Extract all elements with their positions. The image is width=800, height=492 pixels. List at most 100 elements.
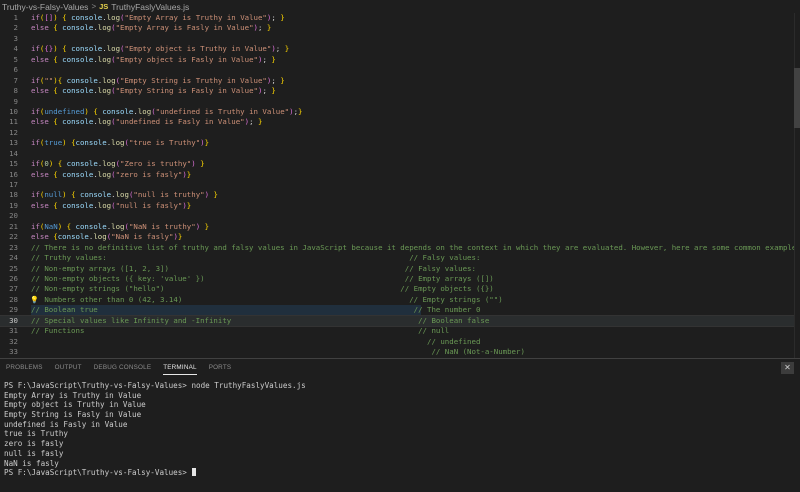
code-token: else: [31, 200, 49, 210]
line-number: 27: [9, 284, 18, 294]
tab-output[interactable]: OUTPUT: [49, 359, 88, 376]
code-token: log: [137, 106, 152, 116]
javascript-file-icon: JS: [99, 2, 109, 11]
code-token: // Non-empty arrays ([1, 2, 3]) // Falsy…: [31, 263, 476, 273]
code-token: if: [31, 75, 40, 85]
code-line[interactable]: 19 else { console.log("null is fasly")}: [0, 201, 800, 211]
code-line[interactable]: 14: [0, 149, 800, 159]
code-line[interactable]: 8 else { console.log("Empty String is Fas…: [0, 86, 800, 96]
code-line[interactable]: 28 💡 Numbers other than 0 (42, 3.14) // E…: [0, 295, 800, 305]
code-line[interactable]: 20: [0, 211, 800, 221]
code-token: "undefined is Truthy in Value": [155, 106, 290, 116]
terminal-prompt: PS F:\JavaScript\Truthy-vs-Falsy-Values>: [4, 468, 192, 478]
breadcrumb-file[interactable]: TruthyFaslyValues.js: [111, 2, 189, 12]
code-token: }: [266, 23, 272, 33]
code-line[interactable]: 13 if(true) {console.log("true is Truthy"…: [0, 138, 800, 148]
line-number: 1: [13, 13, 18, 22]
code-token: console: [75, 138, 107, 148]
breadcrumb-folder[interactable]: Truthy-vs-Falsy-Values: [2, 2, 88, 12]
code-line[interactable]: 27 // Non-empty strings ("hello") // Empt…: [0, 284, 800, 294]
code-line[interactable]: 3: [0, 34, 800, 44]
terminal-output-line: zero is fasly: [4, 439, 64, 449]
code-token: }: [204, 138, 210, 148]
code-line[interactable]: 23 // There is no definitive list of trut…: [0, 243, 800, 253]
code-line[interactable]: 25 // Non-empty arrays ([1, 2, 3]) // Fal…: [0, 264, 800, 274]
line-number: 15: [9, 159, 18, 169]
terminal-cursor: [192, 468, 197, 477]
close-icon[interactable]: ✕: [781, 362, 794, 374]
code-line[interactable]: 16 else { console.log("zero is fasly")}: [0, 170, 800, 180]
code-line[interactable]: 2 else { console.log("Empty Array is Fasl…: [0, 23, 800, 33]
tab-terminal[interactable]: TERMINAL: [157, 359, 202, 376]
code-token: // Non-empty objects ({ key: 'value' }) …: [31, 273, 494, 283]
line-number: 7: [13, 75, 18, 85]
code-line[interactable]: 4 if({}) { console.log("Empty object is T…: [0, 44, 800, 54]
code-token: "true is Truthy": [128, 138, 201, 148]
code-line[interactable]: 31 // Functions // null: [0, 326, 800, 336]
code-line[interactable]: 11 else { console.log("undefined is Fasly…: [0, 117, 800, 127]
code-line[interactable]: 15 if(0) { console.log("Zero is truthy") …: [0, 159, 800, 169]
code-token: log: [97, 117, 112, 127]
chevron-right-icon: >: [91, 2, 97, 11]
code-line[interactable]: 12: [0, 128, 800, 138]
code-text: if(0) { console.log("Zero is truthy") }: [31, 159, 205, 169]
code-token: if: [31, 13, 40, 22]
code-text: else { console.log("Empty String is Fasl…: [31, 86, 276, 96]
code-line[interactable]: 5 else { console.log("Empty object is Fas…: [0, 55, 800, 65]
code-token: ;: [271, 75, 281, 85]
code-editor[interactable]: 1 if([]) { console.log("Empty Array is Tr…: [0, 13, 800, 358]
code-line[interactable]: 32 // undefined: [0, 337, 800, 347]
code-token: "Empty Array is Truthy in Value": [124, 13, 267, 22]
code-token: console: [71, 44, 103, 54]
tab-debug-console[interactable]: DEBUG CONSOLE: [88, 359, 158, 376]
code-token: "null is truthy": [133, 190, 205, 200]
line-number: 4: [13, 44, 18, 54]
code-line[interactable]: 33 // NaN (Not-a-Number): [0, 347, 800, 357]
line-number: 14: [9, 148, 18, 158]
code-text: // Non-empty strings ("hello") // Empty …: [31, 284, 494, 294]
code-token: }: [204, 221, 210, 231]
tab-ports[interactable]: PORTS: [203, 359, 238, 376]
code-token: "Empty object is Truthy in Value": [124, 44, 272, 54]
code-line[interactable]: 26 // Non-empty objects ({ key: 'value' }…: [0, 274, 800, 284]
editor-scrollbar[interactable]: [794, 13, 800, 358]
code-token: }: [213, 190, 218, 200]
code-line[interactable]: 22 else {console.log("NaN is fasly")}: [0, 232, 800, 242]
code-token: // Non-empty strings ("hello") // Empty …: [31, 284, 494, 294]
editor-scrollbar-thumb[interactable]: [794, 68, 800, 128]
code-token: log: [115, 190, 129, 200]
code-text: if(""){ console.log("Empty String is Tru…: [31, 76, 285, 86]
code-line[interactable]: 6: [0, 65, 800, 75]
code-token: if: [31, 221, 40, 231]
code-text: else { console.log("null is fasly")}: [31, 201, 191, 211]
code-line[interactable]: 30 // Special values like Infinity and -I…: [0, 314, 800, 328]
line-number: 29: [9, 305, 18, 315]
code-line[interactable]: 17: [0, 180, 800, 190]
code-text: else { console.log("zero is fasly")}: [31, 170, 191, 180]
code-line[interactable]: 1 if([]) { console.log("Empty Array is Tr…: [0, 13, 800, 23]
code-token: else: [31, 117, 49, 127]
code-text: // undefined: [31, 337, 480, 347]
code-token: log: [97, 169, 112, 179]
code-token: // Special values like Infinity and -Inf…: [31, 315, 490, 325]
terminal-prompt-line[interactable]: PS F:\JavaScript\Truthy-vs-Falsy-Values>: [4, 468, 794, 478]
code-token: }: [186, 169, 192, 179]
terminal[interactable]: PS F:\JavaScript\Truthy-vs-Falsy-Values>…: [4, 381, 794, 478]
line-number: 12: [9, 127, 18, 137]
code-token: []: [44, 13, 54, 22]
code-line[interactable]: 7 if(""){ console.log("Empty String is Tr…: [0, 76, 800, 86]
code-line[interactable]: 18 if(null) { console.log("null is truthy…: [0, 190, 800, 200]
code-line[interactable]: 9: [0, 97, 800, 107]
code-line[interactable]: 21 if(NaN) { console.log("NaN is truthy")…: [0, 222, 800, 232]
bottom-panel: PROBLEMS OUTPUT DEBUG CONSOLE TERMINAL PORTS…: [0, 358, 800, 492]
code-line[interactable]: 24 // Truthy values: // Falsy values:: [0, 253, 800, 263]
line-number: 23: [9, 242, 18, 252]
code-token: }: [298, 106, 303, 116]
code-line[interactable]: 10 if(undefined) { console.log("undefined…: [0, 107, 800, 117]
terminal-output-line: undefined is Fasly in Value: [4, 419, 128, 429]
tab-problems[interactable]: PROBLEMS: [0, 359, 49, 376]
code-token: "undefined is Fasly in Value": [115, 117, 245, 127]
code-line[interactable]: 29 // Boolean true // The number 0: [0, 305, 800, 316]
line-number: 18: [9, 190, 18, 200]
code-text: // Truthy values: // Falsy values:: [31, 253, 480, 263]
